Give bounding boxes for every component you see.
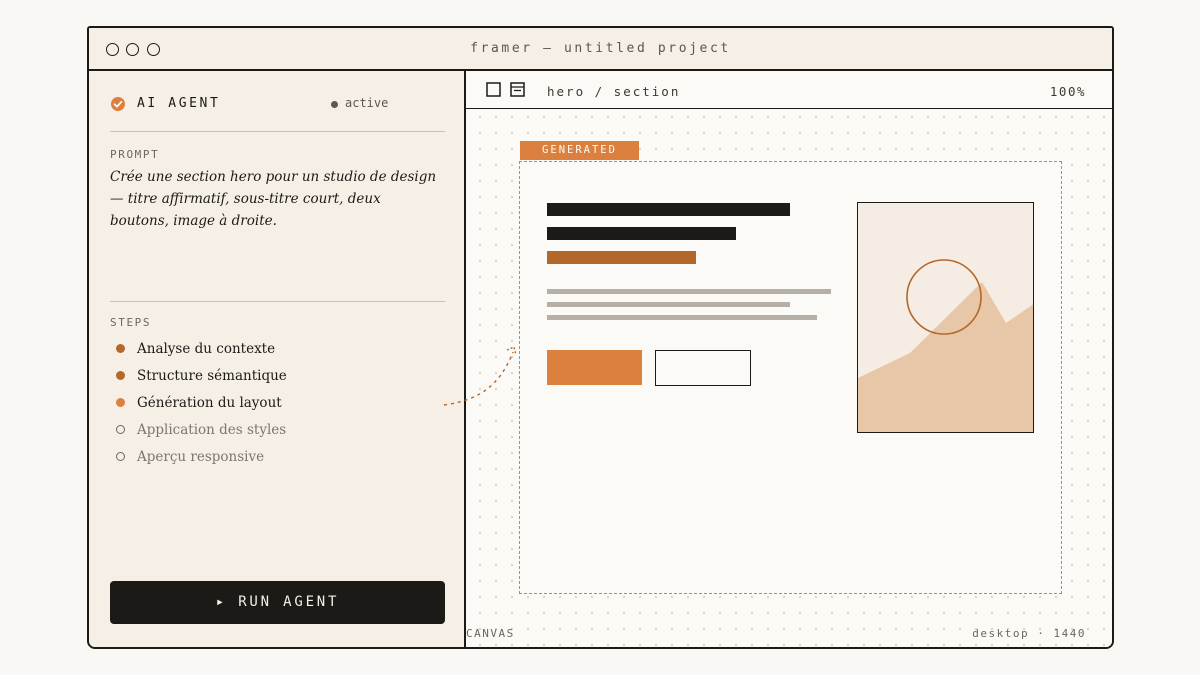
status-dot-icon xyxy=(331,101,338,108)
headline-placeholder xyxy=(547,227,736,240)
app-window: framer — untitled project AI AGENT activ… xyxy=(87,26,1114,649)
divider xyxy=(110,131,445,132)
step-label: Génération du layout xyxy=(137,395,282,411)
agent-title: AI AGENT xyxy=(137,96,221,111)
viewport-label[interactable]: desktop · 1440 xyxy=(972,627,1086,640)
canvas-area[interactable]: hero / section 100% GENERATED CANVAS des… xyxy=(466,71,1112,647)
image-placeholder xyxy=(857,202,1034,433)
zoom-level[interactable]: 100% xyxy=(1050,84,1086,99)
body-text-placeholder xyxy=(547,302,790,307)
landscape-image-icon xyxy=(858,259,1033,432)
breadcrumb[interactable]: hero / section xyxy=(547,84,680,99)
title-bar: framer — untitled project xyxy=(89,28,1112,71)
step-bullet-icon xyxy=(116,344,125,353)
run-agent-button[interactable]: ▸ RUN AGENT xyxy=(110,581,445,624)
prompt-text[interactable]: Crée une section hero pour un studio de … xyxy=(110,166,440,232)
prompt-label: PROMPT xyxy=(110,148,160,161)
step-label: Structure sémantique xyxy=(137,368,287,384)
secondary-button-placeholder xyxy=(655,350,751,386)
step-bullet-icon xyxy=(116,425,125,434)
agent-status: active xyxy=(345,96,389,110)
agent-sidebar: AI AGENT active PROMPT Crée une section … xyxy=(89,71,466,647)
divider xyxy=(110,301,445,302)
primary-button-placeholder xyxy=(547,350,642,385)
canvas-toolbar: hero / section 100% xyxy=(466,71,1112,109)
check-circle-icon xyxy=(111,97,125,111)
canvas-label: CANVAS xyxy=(466,627,515,640)
step-label: Aperçu responsive xyxy=(137,449,265,465)
step-label: Application des styles xyxy=(137,422,287,438)
body-text-placeholder xyxy=(547,289,831,294)
generated-badge: GENERATED xyxy=(520,141,639,160)
step-label: Analyse du contexte xyxy=(137,341,276,357)
frame-icon[interactable] xyxy=(486,82,501,97)
subtitle-placeholder xyxy=(547,251,696,264)
step-bullet-icon xyxy=(116,398,125,407)
step-bullet-icon xyxy=(116,452,125,461)
window-title: framer — untitled project xyxy=(470,41,731,56)
step-bullet-icon xyxy=(116,371,125,380)
generated-hero-frame[interactable] xyxy=(519,161,1062,594)
layout-icon[interactable] xyxy=(510,82,525,97)
steps-label: STEPS xyxy=(110,316,152,329)
body-text-placeholder xyxy=(547,315,817,320)
headline-placeholder xyxy=(547,203,790,216)
